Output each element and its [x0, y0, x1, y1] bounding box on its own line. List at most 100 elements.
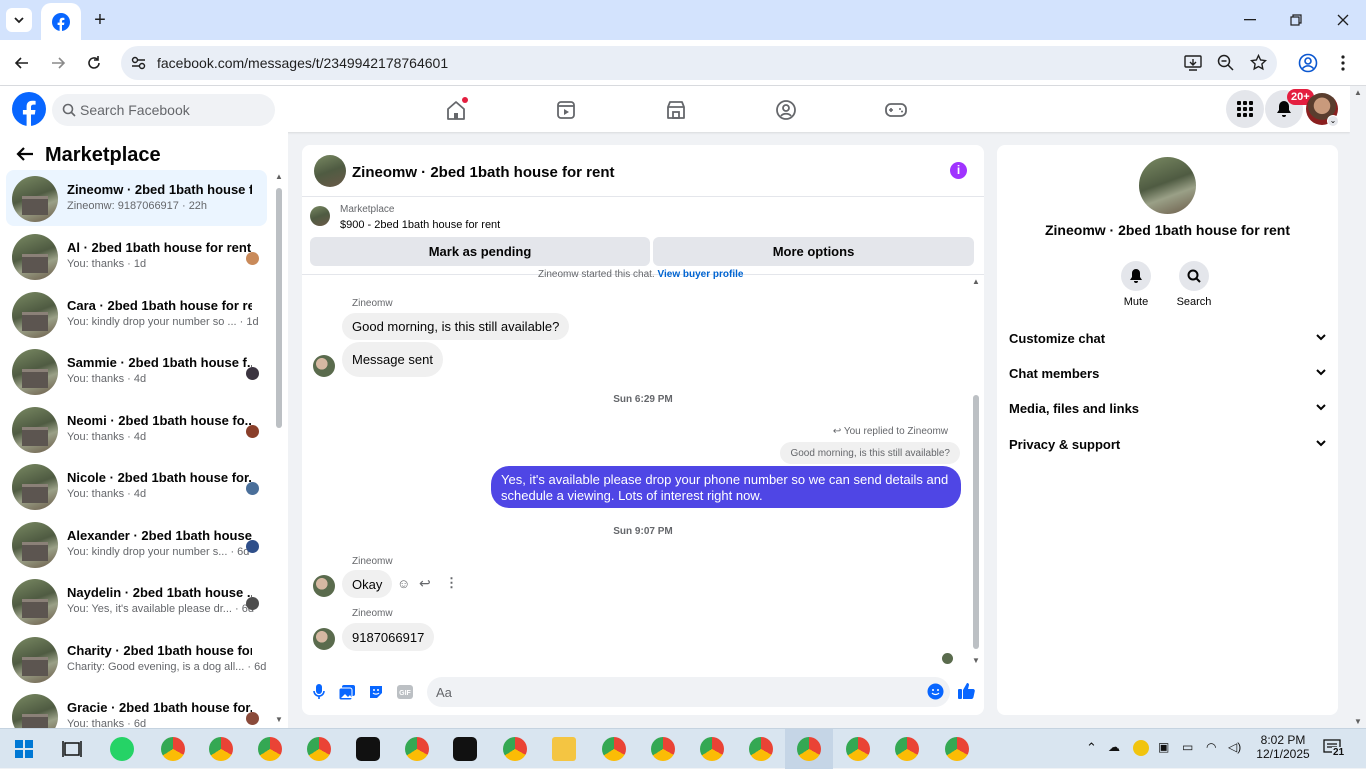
windows-start-icon[interactable] — [15, 740, 33, 758]
wifi-icon[interactable]: ◠ — [1206, 740, 1216, 754]
chrome-app-icon[interactable] — [405, 737, 429, 761]
emoji-icon[interactable] — [927, 683, 944, 700]
listing-thumbnail[interactable] — [310, 206, 330, 226]
message-input[interactable]: Aa — [427, 677, 950, 707]
clock[interactable]: 8:02 PM 12/1/2025 — [1255, 733, 1311, 761]
chat-scrollbar[interactable]: ▲ ▼ — [972, 277, 982, 665]
scroll-down-arrow-icon[interactable]: ▼ — [972, 656, 980, 665]
tab-search-button[interactable] — [6, 8, 32, 32]
url-text[interactable]: facebook.com/messages/t/2349942178764601 — [157, 55, 448, 71]
gif-icon[interactable]: GIF — [396, 683, 414, 701]
outgoing-message[interactable]: Yes, it's available please drop your pho… — [491, 466, 961, 508]
conversation-list-scrollbar[interactable]: ▲ ▼ — [274, 172, 284, 724]
close-window-button[interactable] — [1331, 8, 1355, 32]
incoming-message[interactable]: Okay — [342, 570, 393, 598]
scroll-up-arrow-icon[interactable]: ▲ — [1354, 88, 1362, 97]
chrome-app-icon[interactable] — [209, 737, 233, 761]
facebook-logo-icon[interactable] — [12, 92, 46, 126]
nav-home-icon[interactable] — [436, 94, 476, 126]
bookmark-star-icon[interactable] — [1250, 54, 1267, 71]
chat-members-section[interactable]: Chat members — [1009, 366, 1327, 381]
nav-gaming-icon[interactable] — [876, 94, 916, 126]
minimize-button[interactable] — [1238, 8, 1262, 32]
browser-menu-icon[interactable] — [1333, 51, 1353, 75]
chrome-app-icon[interactable] — [700, 737, 724, 761]
chrome-app-icon[interactable] — [503, 737, 527, 761]
search-in-chat-button[interactable]: Search — [1174, 261, 1214, 308]
nav-video-icon[interactable] — [546, 94, 586, 126]
info-icon[interactable]: i — [950, 162, 967, 179]
tray-app-icon[interactable] — [1133, 740, 1149, 756]
microphone-icon[interactable] — [310, 683, 328, 701]
nav-groups-icon[interactable] — [766, 94, 806, 126]
show-hidden-icons-icon[interactable]: ⌃ — [1086, 740, 1097, 756]
account-chevron-icon[interactable]: ⌄ — [1327, 115, 1339, 127]
scroll-up-arrow-icon[interactable]: ▲ — [275, 172, 283, 181]
sender-avatar[interactable] — [313, 575, 335, 597]
chrome-app-icon[interactable] — [895, 737, 919, 761]
scrollbar-thumb[interactable] — [276, 188, 282, 428]
chrome-app-icon[interactable] — [797, 737, 821, 761]
media-files-links-section[interactable]: Media, files and links — [1009, 401, 1327, 416]
battery-icon[interactable]: ▭ — [1182, 740, 1193, 754]
mark-as-pending-button[interactable]: Mark as pending — [310, 237, 650, 266]
scroll-down-arrow-icon[interactable]: ▼ — [1354, 717, 1362, 726]
chrome-app-icon[interactable] — [945, 737, 969, 761]
chrome-app-icon[interactable] — [161, 737, 185, 761]
notification-center-icon[interactable]: 21 — [1323, 739, 1346, 759]
incoming-message[interactable]: Good morning, is this still available? — [342, 313, 570, 340]
page-scrollbar[interactable]: ▲ ▼ — [1350, 86, 1366, 728]
conversation-item[interactable]: Neomi · 2bed 1bath house fo... You: than… — [6, 401, 267, 457]
privacy-support-section[interactable]: Privacy & support — [1009, 437, 1327, 452]
sender-avatar[interactable] — [313, 355, 335, 377]
scroll-down-arrow-icon[interactable]: ▼ — [275, 715, 283, 724]
profile-icon[interactable] — [1296, 51, 1320, 75]
capcut-icon[interactable] — [356, 737, 380, 761]
nav-marketplace-icon[interactable] — [656, 94, 696, 126]
reload-button[interactable] — [82, 51, 106, 75]
conversation-item[interactable]: Zineomw · 2bed 1bath house fo... Zineomw… — [6, 170, 267, 226]
conversation-item[interactable]: Alexander · 2bed 1bath house... You: kin… — [6, 516, 267, 572]
install-app-icon[interactable] — [1184, 54, 1202, 72]
scroll-up-arrow-icon[interactable]: ▲ — [972, 277, 980, 286]
whatsapp-icon[interactable] — [110, 737, 134, 761]
more-options-button[interactable]: More options — [653, 237, 974, 266]
sticker-icon[interactable] — [367, 683, 385, 701]
capcut-icon[interactable] — [453, 737, 477, 761]
chrome-app-icon[interactable] — [846, 737, 870, 761]
more-actions-icon[interactable]: ⋮ — [445, 575, 458, 591]
scrollbar-thumb[interactable] — [973, 395, 979, 649]
file-explorer-icon[interactable] — [552, 737, 576, 761]
customize-chat-section[interactable]: Customize chat — [1009, 331, 1327, 346]
incoming-message[interactable]: 9187066917 — [342, 623, 435, 651]
thumbs-up-icon[interactable] — [957, 681, 977, 701]
new-tab-button[interactable]: + — [88, 8, 112, 32]
conversation-item[interactable]: Sammie · 2bed 1bath house f... You: than… — [6, 343, 267, 399]
sender-avatar[interactable] — [313, 628, 335, 650]
chrome-app-icon[interactable] — [258, 737, 282, 761]
reply-icon[interactable]: ↩ — [419, 575, 431, 592]
incoming-message[interactable]: Message sent — [342, 342, 443, 377]
conversation-item[interactable]: Al · 2bed 1bath house for rent You: than… — [6, 228, 267, 284]
chat-title[interactable]: Zineomw · 2bed 1bath house for rent — [352, 164, 615, 181]
menu-grid-button[interactable] — [1226, 90, 1264, 128]
address-bar[interactable]: facebook.com/messages/t/2349942178764601 — [121, 46, 1277, 80]
chrome-app-icon[interactable] — [307, 737, 331, 761]
onedrive-icon[interactable]: ☁ — [1108, 740, 1120, 754]
chat-profile-avatar[interactable] — [1139, 157, 1196, 214]
chrome-app-icon[interactable] — [749, 737, 773, 761]
forward-button[interactable] — [46, 51, 70, 75]
back-button[interactable] — [10, 51, 34, 75]
zoom-icon[interactable] — [1217, 54, 1234, 71]
conversation-item[interactable]: Naydelin · 2bed 1bath house ... You: Yes… — [6, 573, 267, 629]
facebook-search-box[interactable]: Search Facebook — [52, 94, 275, 126]
mute-button[interactable]: Mute — [1116, 261, 1156, 308]
restore-button[interactable] — [1284, 8, 1308, 32]
browser-tab-facebook[interactable] — [41, 3, 81, 40]
back-arrow-icon[interactable] — [16, 146, 36, 164]
conversation-item[interactable]: Cara · 2bed 1bath house for rent You: ki… — [6, 286, 267, 342]
listing-summary[interactable]: $900 - 2bed 1bath house for rent — [340, 219, 500, 231]
task-view-icon[interactable] — [62, 740, 82, 758]
chat-avatar[interactable] — [314, 155, 346, 187]
volume-icon[interactable]: ◁) — [1228, 740, 1241, 754]
